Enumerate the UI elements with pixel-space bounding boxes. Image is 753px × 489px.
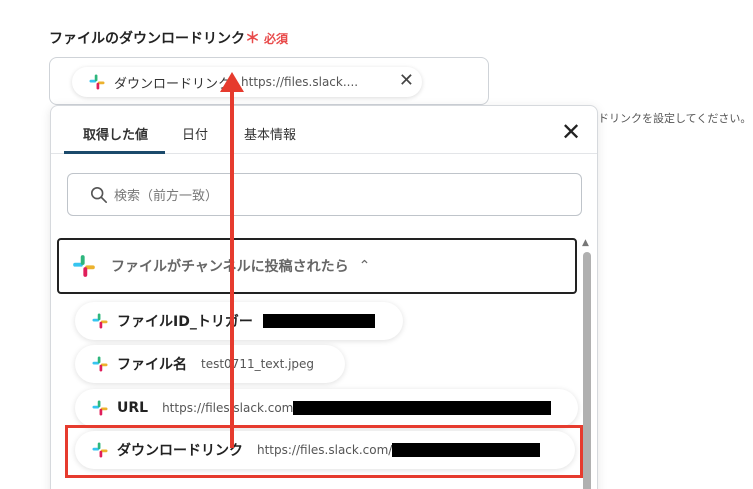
search-placeholder: 検索（前方一致） <box>114 189 219 204</box>
trigger-group-header[interactable]: ファイルがチャンネルに投稿されたら ⌃ <box>57 238 577 294</box>
slack-icon <box>89 74 105 90</box>
tab-acquired-values[interactable]: 取得した値 <box>83 124 148 143</box>
list-item-file-name[interactable]: ファイル名 test0711_text.jpeg <box>75 345 345 383</box>
tab-bar: 取得した値 日付 基本情報 ✕ <box>51 106 597 154</box>
annotation-highlight-box <box>65 425 583 478</box>
slack-icon <box>92 356 108 372</box>
item-name: URL <box>117 400 149 416</box>
slack-icon <box>92 313 108 329</box>
chevron-up-icon[interactable]: ⌃ <box>359 258 371 274</box>
required-star: ＊ <box>245 29 261 47</box>
field-hint: ドリンクを設定してください。 <box>598 112 752 125</box>
scroll-up-arrow-icon[interactable]: ▲ <box>582 238 589 248</box>
field-label: ファイルのダウンロードリンク＊ 必須 <box>49 27 288 48</box>
redaction-bar <box>293 401 552 415</box>
list-item-file-id[interactable]: ファイルID_トリガー <box>75 302 403 340</box>
item-value: test0711_text.jpeg <box>201 357 315 371</box>
annotation-arrow-shaft <box>230 88 234 448</box>
search-icon <box>90 186 108 203</box>
item-name: ファイル名 <box>117 357 187 373</box>
close-icon[interactable]: ✕ <box>561 120 581 144</box>
annotation-arrow-head <box>220 72 244 92</box>
list-item-url[interactable]: URL https://files.slack.com <box>75 389 578 427</box>
field-label-text: ファイルのダウンロードリンク <box>49 31 245 47</box>
search-input[interactable]: 検索（前方一致） <box>67 173 582 216</box>
scrollbar[interactable]: ▲ <box>582 238 592 489</box>
chip-name: ダウンロードリンク <box>114 76 232 92</box>
scrollbar-thumb[interactable] <box>583 252 591 489</box>
tab-basic-info[interactable]: 基本情報 <box>244 124 296 143</box>
slack-icon <box>73 255 95 277</box>
item-value: https://files.slack.com <box>162 401 294 415</box>
selected-value-chip[interactable]: ダウンロードリンク https://files.slack.... ✕ <box>72 67 422 97</box>
required-label: 必須 <box>264 32 289 46</box>
redaction-bar <box>262 314 375 328</box>
slack-icon <box>92 400 108 416</box>
tab-date[interactable]: 日付 <box>182 124 208 143</box>
chip-value: https://files.slack.... <box>241 75 359 89</box>
remove-x-icon[interactable]: ✕ <box>399 72 414 90</box>
active-tab-indicator <box>64 151 165 154</box>
